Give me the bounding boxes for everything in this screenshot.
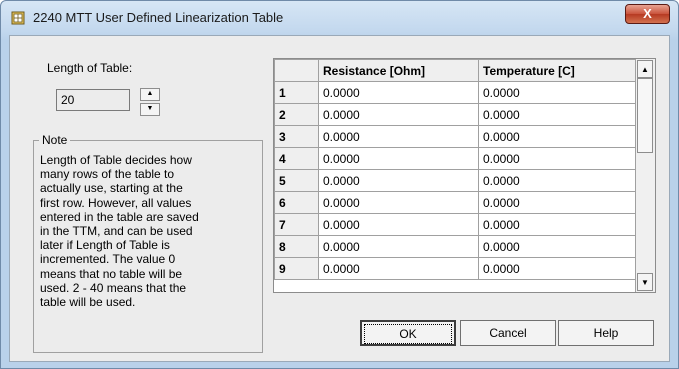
help-button[interactable]: Help (558, 320, 654, 346)
resistance-cell[interactable]: 0.0000 (318, 213, 479, 236)
resistance-cell[interactable]: 0.0000 (318, 235, 479, 258)
temperature-cell[interactable]: 0.0000 (478, 191, 637, 214)
row-header[interactable]: 2 (274, 103, 319, 126)
table-row: 3 0.0000 0.0000 (274, 125, 637, 148)
table-icon (11, 11, 25, 25)
spin-down-icon[interactable]: ▼ (140, 103, 160, 116)
cancel-button[interactable]: Cancel (460, 320, 556, 346)
row-header[interactable]: 1 (274, 81, 319, 104)
scroll-down-icon[interactable]: ▼ (637, 273, 653, 291)
note-line: first row. However, all values (40, 195, 192, 210)
note-line: entered in the table are saved (40, 209, 199, 224)
row-header[interactable]: 9 (274, 257, 319, 280)
resistance-cell[interactable]: 0.0000 (318, 257, 479, 280)
note-line: table will be used. (40, 295, 136, 310)
row-header[interactable]: 8 (274, 235, 319, 258)
table-row: 4 0.0000 0.0000 (274, 147, 637, 170)
note-line: in the TTM, and can be used (40, 224, 193, 239)
linearization-grid[interactable]: Resistance [Ohm] Temperature [C] 1 0.0000… (273, 58, 656, 293)
close-button[interactable]: X (625, 4, 670, 24)
note-legend: Note (39, 133, 71, 147)
resistance-cell[interactable]: 0.0000 (318, 191, 479, 214)
grid-vertical-scrollbar[interactable]: ▲ ▼ (635, 59, 655, 292)
table-row: 5 0.0000 0.0000 (274, 169, 637, 192)
resistance-cell[interactable]: 0.0000 (318, 169, 479, 192)
length-of-table-input[interactable]: 20 (56, 89, 130, 111)
corner-header (274, 59, 319, 82)
note-line: later if Length of Table is (40, 238, 170, 253)
temperature-cell[interactable]: 0.0000 (478, 169, 637, 192)
note-line: means that no table will be (40, 266, 183, 281)
grid-header-row: Resistance [Ohm] Temperature [C] (274, 59, 637, 82)
table-row: 9 0.0000 0.0000 (274, 257, 637, 280)
row-header[interactable]: 3 (274, 125, 319, 148)
note-line: incremented. The value 0 (40, 252, 176, 267)
temperature-cell[interactable]: 0.0000 (478, 257, 637, 280)
length-spinner[interactable]: ▲ ▼ (140, 88, 160, 116)
note-line: actually use, starting at the (40, 181, 183, 196)
table-row: 2 0.0000 0.0000 (274, 103, 637, 126)
table-row: 6 0.0000 0.0000 (274, 191, 637, 214)
table-row: 8 0.0000 0.0000 (274, 235, 637, 258)
temperature-cell[interactable]: 0.0000 (478, 125, 637, 148)
note-line: Length of Table decides how (40, 153, 192, 167)
temperature-cell[interactable]: 0.0000 (478, 103, 637, 126)
temperature-cell[interactable]: 0.0000 (478, 81, 637, 104)
length-of-table-label: Length of Table: (47, 61, 133, 75)
window-title: 2240 MTT User Defined Linearization Tabl… (33, 10, 284, 25)
table-row: 7 0.0000 0.0000 (274, 213, 637, 236)
note-line: many rows of the table to (40, 167, 175, 182)
note-line: used. 2 - 40 means that the (40, 280, 187, 295)
close-icon: X (643, 6, 652, 21)
scroll-thumb[interactable] (637, 78, 653, 153)
temperature-cell[interactable]: 0.0000 (478, 213, 637, 236)
temperature-cell[interactable]: 0.0000 (478, 147, 637, 170)
scroll-up-icon[interactable]: ▲ (637, 60, 653, 78)
note-text: Length of Table decides how many rows of… (40, 153, 262, 309)
resistance-cell[interactable]: 0.0000 (318, 125, 479, 148)
row-header[interactable]: 4 (274, 147, 319, 170)
title-bar[interactable]: 2240 MTT User Defined Linearization Tabl… (1, 1, 678, 35)
ok-button-label: OK (364, 324, 452, 344)
row-header[interactable]: 7 (274, 213, 319, 236)
ok-button[interactable]: OK (360, 320, 456, 346)
resistance-cell[interactable]: 0.0000 (318, 147, 479, 170)
resistance-cell[interactable]: 0.0000 (318, 81, 479, 104)
table-row: 1 0.0000 0.0000 (274, 81, 637, 104)
spin-up-icon[interactable]: ▲ (140, 88, 160, 101)
row-header[interactable]: 6 (274, 191, 319, 214)
row-header[interactable]: 5 (274, 169, 319, 192)
column-header-resistance[interactable]: Resistance [Ohm] (318, 59, 479, 82)
temperature-cell[interactable]: 0.0000 (478, 235, 637, 258)
column-header-temperature[interactable]: Temperature [C] (478, 59, 637, 82)
resistance-cell[interactable]: 0.0000 (318, 103, 479, 126)
